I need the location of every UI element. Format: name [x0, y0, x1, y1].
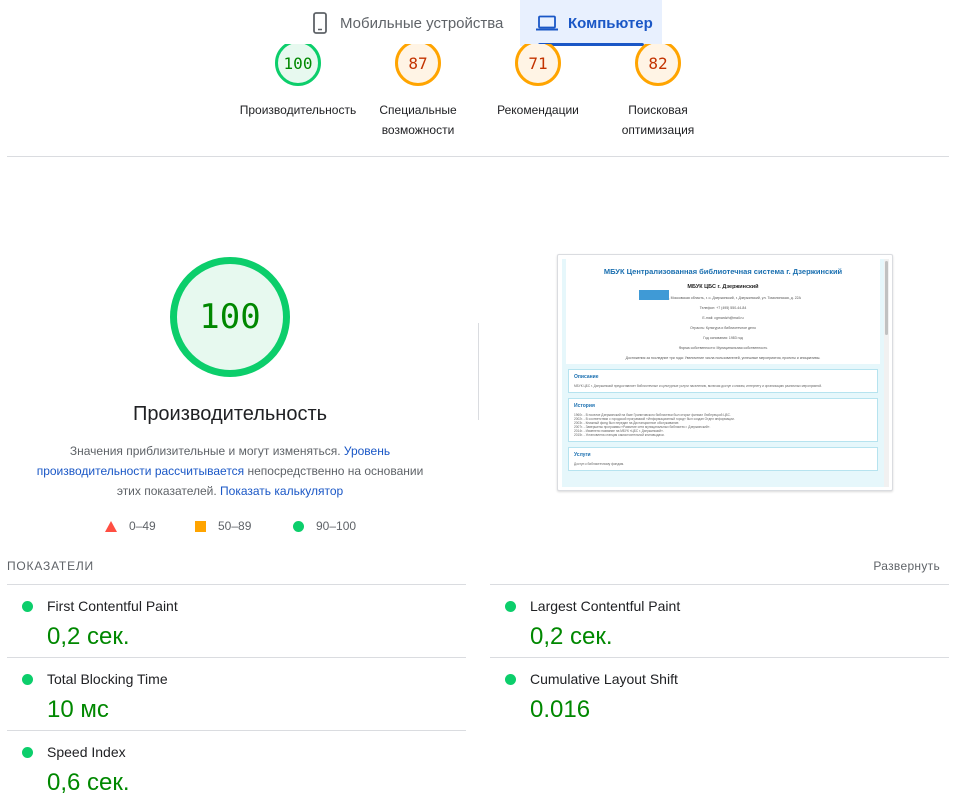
- pass-indicator-icon: [22, 747, 33, 758]
- legend-average: 50–89: [195, 519, 251, 533]
- seo-score: 82: [635, 44, 681, 86]
- card-text: 1960г. - В поселке Дзержинский на базе Г…: [574, 413, 872, 437]
- performance-score: 100: [275, 44, 321, 86]
- card-text: МБУК ЦБС г. Дзержинский предоставляет би…: [574, 384, 823, 388]
- metric-name: First Contentful Paint: [47, 598, 178, 614]
- description-text: Значения приблизительные и могут изменят…: [69, 444, 344, 458]
- metric-name: Total Blocking Time: [47, 671, 168, 687]
- category-performance[interactable]: 100 Производительность: [238, 44, 358, 120]
- metric-value: 0,6 сек.: [47, 769, 130, 796]
- best-practices-gauge: 71: [513, 44, 563, 90]
- metric-value: 0.016: [530, 696, 591, 723]
- screenshot-content: МБУК Централизованная библиотечная систе…: [562, 259, 884, 487]
- history-card: История 1960г. - В поселке Дзержинский н…: [568, 398, 878, 442]
- performance-title: Производительность: [132, 403, 328, 425]
- metric-divider: [490, 657, 949, 658]
- site-info-line: Год основания: 1983 год: [703, 336, 743, 340]
- performance-big-gauge: 100: [170, 257, 290, 377]
- category-label-line: Поисковая: [628, 103, 688, 117]
- card-text: Доступ к библиотечному фондам.: [574, 462, 625, 466]
- metric-divider: [7, 657, 466, 658]
- card-title: История: [574, 403, 595, 409]
- smartphone-icon: [313, 12, 327, 34]
- site-info-line: Отрасль: Культура и библиотечное дело: [690, 326, 756, 330]
- screenshot-scrollbar: [885, 261, 888, 335]
- category-label: Специальные возможности: [358, 100, 478, 140]
- circle-icon: [293, 520, 304, 532]
- accessibility-score: 87: [395, 44, 441, 86]
- metric-value: 0,2 сек.: [530, 623, 613, 650]
- legend-fail-label: 0–49: [129, 519, 156, 533]
- category-label-line: возможности: [381, 123, 455, 137]
- site-subtitle: МБУК ЦБС г. Дзержинский: [687, 284, 759, 290]
- accessibility-gauge: 87: [393, 44, 443, 90]
- square-icon: [195, 520, 206, 532]
- legend-fail: 0–49: [105, 519, 156, 533]
- site-logo: [639, 290, 669, 300]
- category-best-practices[interactable]: 71 Рекомендации: [478, 44, 598, 120]
- legend-pass: 90–100: [293, 519, 356, 533]
- best-practices-score: 71: [515, 44, 561, 86]
- category-seo[interactable]: 82 Поисковая оптимизация: [598, 44, 718, 140]
- seo-gauge: 82: [633, 44, 683, 90]
- card-title: Услуги: [574, 452, 591, 458]
- metric-divider: [7, 730, 466, 731]
- site-info-line: Телефон: +7 (495) 550-44-84: [699, 306, 747, 310]
- metric-name: Cumulative Layout Shift: [530, 671, 678, 687]
- metric-name: Largest Contentful Paint: [530, 598, 681, 614]
- category-label-line: оптимизация: [621, 123, 695, 137]
- site-header: МБУК Централизованная библиотечная систе…: [566, 259, 880, 364]
- category-label: Производительность: [238, 100, 358, 120]
- site-info-line: Адрес: 140090, Московская область, г. о.…: [645, 296, 801, 300]
- divider: [7, 156, 949, 157]
- metric-divider: [7, 584, 466, 585]
- tab-mobile-label: Мобильные устройства: [340, 14, 504, 32]
- category-accessibility[interactable]: 87 Специальные возможности: [358, 44, 478, 140]
- legend-average-label: 50–89: [218, 519, 252, 533]
- category-label: Рекомендации: [478, 100, 598, 120]
- history-line: 2015г. - Установлена станция самостоятел…: [574, 433, 665, 437]
- expand-button[interactable]: Развернуть: [873, 559, 940, 573]
- metrics-heading: ПОКАЗАТЕЛИ: [7, 559, 94, 573]
- metric-name: Speed Index: [47, 744, 126, 760]
- page-screenshot[interactable]: МБУК Централизованная библиотечная систе…: [557, 254, 893, 491]
- metric-value: 10 мс: [47, 696, 109, 723]
- metric-value: 0,2 сек.: [47, 623, 130, 650]
- metric-divider: [490, 584, 949, 585]
- legend-pass-label: 90–100: [316, 519, 357, 533]
- pass-indicator-icon: [505, 674, 516, 685]
- triangle-icon: [105, 520, 117, 532]
- performance-description: Значения приблизительные и могут изменят…: [30, 441, 430, 501]
- show-calculator-link[interactable]: Показать калькулятор: [220, 484, 343, 498]
- tab-mobile[interactable]: Мобильные устройства: [300, 0, 518, 46]
- site-info-line: Форма собственности: Муниципальная собст…: [678, 346, 768, 350]
- tab-desktop[interactable]: Компьютер: [520, 0, 662, 46]
- performance-gauge: 100: [273, 44, 323, 90]
- vertical-divider: [478, 323, 479, 420]
- pass-indicator-icon: [22, 601, 33, 612]
- card-title: Описание: [574, 374, 599, 380]
- description-card: Описание МБУК ЦБС г. Дзержинский предост…: [568, 369, 878, 393]
- pass-indicator-icon: [505, 601, 516, 612]
- services-card: Услуги Доступ к библиотечному фондам.: [568, 447, 878, 471]
- site-title: МБУК Централизованная библиотечная систе…: [603, 267, 843, 276]
- category-label-line: Производительность: [239, 103, 357, 117]
- tab-desktop-label: Компьютер: [568, 14, 653, 32]
- category-label: Поисковая оптимизация: [598, 100, 718, 140]
- site-info-line: Достижения за последние три года: Увелич…: [625, 356, 821, 360]
- laptop-icon: [536, 15, 558, 31]
- category-label-line: Специальные: [379, 103, 457, 117]
- site-info-line: E-mail: cgmardzh@mail.ru: [702, 316, 744, 320]
- category-label-line: Рекомендации: [497, 103, 579, 117]
- pass-indicator-icon: [22, 674, 33, 685]
